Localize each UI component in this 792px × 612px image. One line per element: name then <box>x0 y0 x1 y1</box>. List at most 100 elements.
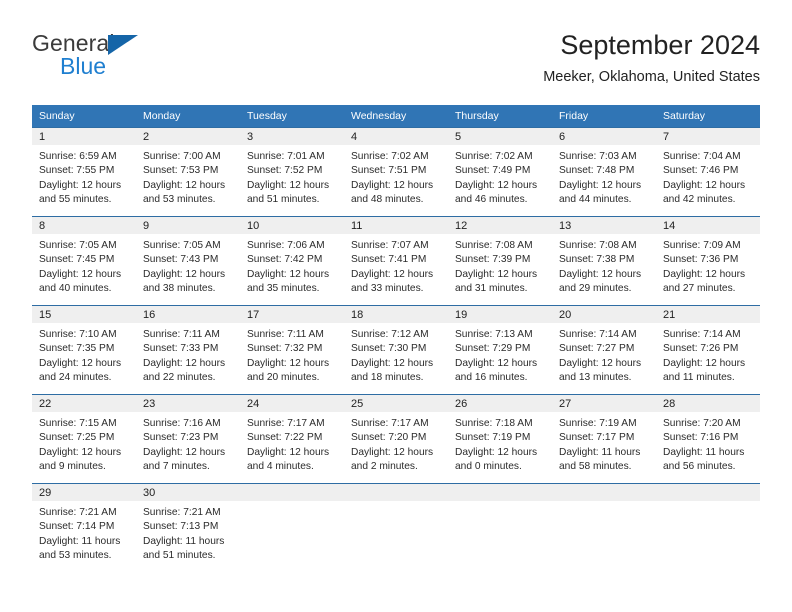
calendar-week-row: 8 Sunrise: 7:05 AM Sunset: 7:45 PM Daylight… <box>32 216 760 306</box>
daylight-text-line2: and 51 minutes. <box>143 550 216 562</box>
day-details: Sunrise: 7:07 AM Sunset: 7:41 PM Daylight:… <box>344 234 448 297</box>
sunset-text: Sunset: 7:13 PM <box>143 521 219 533</box>
calendar-day-cell[interactable]: 9 Sunrise: 7:05 AM Sunset: 7:43 PM Daylight… <box>136 216 240 306</box>
sunset-text: Sunset: 7:36 PM <box>663 254 739 266</box>
calendar-body: 1 Sunrise: 6:59 AM Sunset: 7:55 PM Daylight… <box>32 127 760 572</box>
calendar-day-cell[interactable]: 19 Sunrise: 7:13 AM Sunset: 7:29 PM Dayligh… <box>448 305 552 395</box>
daylight-text-line2: and 7 minutes. <box>143 461 210 473</box>
daylight-text-line1: Daylight: 12 hours <box>143 268 226 280</box>
daylight-text-line2: and 9 minutes. <box>39 461 106 473</box>
calendar-day-cell[interactable]: 10 Sunrise: 7:06 AM Sunset: 7:42 PM Dayligh… <box>240 216 344 306</box>
calendar-day-cell[interactable]: 15 Sunrise: 7:10 AM Sunset: 7:35 PM Dayligh… <box>32 305 136 395</box>
day-cell-inner: 14 Sunrise: 7:09 AM Sunset: 7:36 PM Dayligh… <box>656 217 760 305</box>
calendar-day-cell[interactable]: 1 Sunrise: 6:59 AM Sunset: 7:55 PM Daylight… <box>32 127 136 217</box>
calendar-day-cell[interactable]: 8 Sunrise: 7:05 AM Sunset: 7:45 PM Daylight… <box>32 216 136 306</box>
calendar-week-row: 29 Sunrise: 7:21 AM Sunset: 7:14 PM Dayligh… <box>32 483 760 572</box>
sunrise-text: Sunrise: 7:19 AM <box>559 418 637 429</box>
daylight-text-line2: and 11 minutes. <box>663 372 735 384</box>
day-cell-inner <box>240 484 344 572</box>
daylight-text-line1: Daylight: 11 hours <box>663 446 745 458</box>
daylight-text-line2: and 53 minutes. <box>143 194 216 206</box>
sunrise-text: Sunrise: 7:17 AM <box>351 418 429 429</box>
calendar-day-cell-empty <box>552 483 656 572</box>
day-cell-inner: 12 Sunrise: 7:08 AM Sunset: 7:39 PM Dayligh… <box>448 217 552 305</box>
sunset-text: Sunset: 7:23 PM <box>143 432 219 444</box>
calendar-day-cell[interactable]: 2 Sunrise: 7:00 AM Sunset: 7:53 PM Daylight… <box>136 127 240 217</box>
daylight-text-line1: Daylight: 12 hours <box>351 446 434 458</box>
calendar-day-cell[interactable]: 25 Sunrise: 7:17 AM Sunset: 7:20 PM Dayligh… <box>344 394 448 484</box>
calendar-day-cell[interactable]: 26 Sunrise: 7:18 AM Sunset: 7:19 PM Dayligh… <box>448 394 552 484</box>
sunrise-text: Sunrise: 7:18 AM <box>455 418 533 429</box>
sunset-text: Sunset: 7:17 PM <box>559 432 635 444</box>
day-cell-inner: 9 Sunrise: 7:05 AM Sunset: 7:43 PM Daylight… <box>136 217 240 305</box>
day-cell-inner: 6 Sunrise: 7:03 AM Sunset: 7:48 PM Daylight… <box>552 128 656 216</box>
sunrise-text: Sunrise: 7:07 AM <box>351 240 429 251</box>
calendar-day-cell[interactable]: 13 Sunrise: 7:08 AM Sunset: 7:38 PM Dayligh… <box>552 216 656 306</box>
sunset-text: Sunset: 7:43 PM <box>143 254 219 266</box>
calendar-day-cell[interactable]: 11 Sunrise: 7:07 AM Sunset: 7:41 PM Dayligh… <box>344 216 448 306</box>
day-number: 9 <box>136 217 240 234</box>
sunrise-text: Sunrise: 7:09 AM <box>663 240 741 251</box>
day-cell-inner: 7 Sunrise: 7:04 AM Sunset: 7:46 PM Daylight… <box>656 128 760 216</box>
day-cell-inner: 16 Sunrise: 7:11 AM Sunset: 7:33 PM Dayligh… <box>136 306 240 394</box>
daylight-text-line1: Daylight: 12 hours <box>143 357 226 369</box>
calendar-day-cell[interactable]: 27 Sunrise: 7:19 AM Sunset: 7:17 PM Dayligh… <box>552 394 656 484</box>
day-number: 7 <box>656 128 760 145</box>
sunrise-text: Sunrise: 7:17 AM <box>247 418 325 429</box>
daylight-text-line1: Daylight: 12 hours <box>351 357 434 369</box>
calendar-day-cell[interactable]: 28 Sunrise: 7:20 AM Sunset: 7:16 PM Dayligh… <box>656 394 760 484</box>
day-number: 13 <box>552 217 656 234</box>
calendar-day-cell[interactable]: 20 Sunrise: 7:14 AM Sunset: 7:27 PM Dayligh… <box>552 305 656 395</box>
day-details: Sunrise: 7:16 AM Sunset: 7:23 PM Daylight:… <box>136 412 240 475</box>
calendar-day-cell[interactable]: 18 Sunrise: 7:12 AM Sunset: 7:30 PM Dayligh… <box>344 305 448 395</box>
sunset-text: Sunset: 7:51 PM <box>351 165 427 177</box>
calendar-day-cell[interactable]: 12 Sunrise: 7:08 AM Sunset: 7:39 PM Dayligh… <box>448 216 552 306</box>
calendar-day-cell[interactable]: 16 Sunrise: 7:11 AM Sunset: 7:33 PM Dayligh… <box>136 305 240 395</box>
daylight-text-line2: and 13 minutes. <box>559 372 632 384</box>
calendar-day-cell[interactable]: 17 Sunrise: 7:11 AM Sunset: 7:32 PM Dayligh… <box>240 305 344 395</box>
calendar-day-cell[interactable]: 23 Sunrise: 7:16 AM Sunset: 7:23 PM Dayligh… <box>136 394 240 484</box>
daylight-text-line2: and 35 minutes. <box>247 283 320 295</box>
calendar-day-cell[interactable]: 7 Sunrise: 7:04 AM Sunset: 7:46 PM Daylight… <box>656 127 760 217</box>
day-cell-inner: 13 Sunrise: 7:08 AM Sunset: 7:38 PM Dayligh… <box>552 217 656 305</box>
day-number <box>344 484 448 501</box>
calendar-day-cell[interactable]: 30 Sunrise: 7:21 AM Sunset: 7:13 PM Dayligh… <box>136 483 240 572</box>
daylight-text-line2: and 56 minutes. <box>663 461 736 473</box>
calendar-day-cell[interactable]: 5 Sunrise: 7:02 AM Sunset: 7:49 PM Daylight… <box>448 127 552 217</box>
calendar-day-cell[interactable]: 29 Sunrise: 7:21 AM Sunset: 7:14 PM Dayligh… <box>32 483 136 572</box>
day-number: 2 <box>136 128 240 145</box>
day-cell-inner: 24 Sunrise: 7:17 AM Sunset: 7:22 PM Dayligh… <box>240 395 344 483</box>
calendar-day-cell-empty <box>344 483 448 572</box>
day-details: Sunrise: 7:08 AM Sunset: 7:38 PM Daylight:… <box>552 234 656 297</box>
sunset-text: Sunset: 7:16 PM <box>663 432 739 444</box>
day-details: Sunrise: 7:02 AM Sunset: 7:49 PM Daylight:… <box>448 145 552 208</box>
sunrise-text: Sunrise: 7:08 AM <box>455 240 533 251</box>
daylight-text-line1: Daylight: 12 hours <box>351 268 434 280</box>
daylight-text-line2: and 48 minutes. <box>351 194 424 206</box>
sunset-text: Sunset: 7:26 PM <box>663 343 739 355</box>
daylight-text-line2: and 33 minutes. <box>351 283 424 295</box>
calendar-day-cell[interactable]: 3 Sunrise: 7:01 AM Sunset: 7:52 PM Daylight… <box>240 127 344 217</box>
day-details: Sunrise: 7:02 AM Sunset: 7:51 PM Daylight:… <box>344 145 448 208</box>
sunset-text: Sunset: 7:33 PM <box>143 343 219 355</box>
calendar-day-cell[interactable]: 21 Sunrise: 7:14 AM Sunset: 7:26 PM Dayligh… <box>656 305 760 395</box>
daylight-text-line2: and 0 minutes. <box>455 461 522 473</box>
day-number: 23 <box>136 395 240 412</box>
calendar-day-cell[interactable]: 6 Sunrise: 7:03 AM Sunset: 7:48 PM Daylight… <box>552 127 656 217</box>
daylight-text-line1: Daylight: 12 hours <box>143 446 226 458</box>
calendar-day-cell[interactable]: 22 Sunrise: 7:15 AM Sunset: 7:25 PM Dayligh… <box>32 394 136 484</box>
calendar-day-cell[interactable]: 4 Sunrise: 7:02 AM Sunset: 7:51 PM Daylight… <box>344 127 448 217</box>
daylight-text-line1: Daylight: 12 hours <box>663 179 746 191</box>
calendar-day-cell[interactable]: 24 Sunrise: 7:17 AM Sunset: 7:22 PM Dayligh… <box>240 394 344 484</box>
day-details: Sunrise: 7:00 AM Sunset: 7:53 PM Daylight:… <box>136 145 240 208</box>
weekday-header-tuesday: Tuesday <box>240 105 344 128</box>
daylight-text-line1: Daylight: 12 hours <box>39 446 122 458</box>
sunrise-text: Sunrise: 7:14 AM <box>663 329 741 340</box>
sunset-text: Sunset: 7:20 PM <box>351 432 427 444</box>
calendar-day-cell[interactable]: 14 Sunrise: 7:09 AM Sunset: 7:36 PM Dayligh… <box>656 216 760 306</box>
daylight-text-line2: and 46 minutes. <box>455 194 528 206</box>
general-blue-logo[interactable]: General Blue <box>32 30 152 82</box>
page-subtitle: Meeker, Oklahoma, United States <box>543 69 760 85</box>
daylight-text-line1: Daylight: 12 hours <box>247 179 330 191</box>
day-number: 5 <box>448 128 552 145</box>
